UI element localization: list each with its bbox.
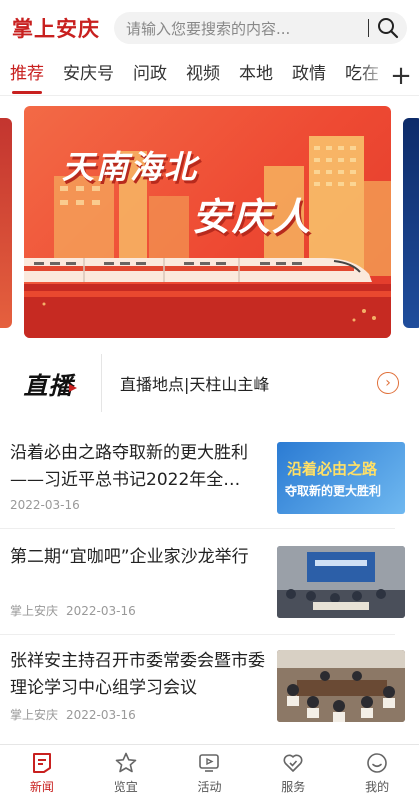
- news-meta: 2022-03-16: [10, 498, 80, 512]
- nav-browse[interactable]: 览宜: [84, 745, 168, 800]
- tab-anqinghao[interactable]: 安庆号: [63, 56, 114, 95]
- news-thumbnail[interactable]: 沿着必由之路 夺取新的更大胜利: [277, 442, 405, 514]
- nav-label: 览宜: [113, 780, 138, 794]
- news-thumbnail[interactable]: [277, 546, 405, 618]
- search-icon[interactable]: [377, 17, 399, 39]
- news-date: 2022-03-16: [10, 498, 80, 512]
- thumb-text-line1: 沿着必由之路: [287, 460, 378, 478]
- bottom-navigation: 新闻 览宜 活动 服务 我的: [0, 744, 419, 800]
- tab-recommend[interactable]: 推荐: [10, 56, 44, 95]
- list-item[interactable]: 沿着必由之路夺取新的更大胜利——习近平总书记2022年全… 2022-03-16…: [10, 440, 405, 520]
- carousel-next-card[interactable]: [403, 118, 419, 328]
- nav-service[interactable]: 服务: [251, 745, 335, 800]
- live-location: 直播地点|天柱山主峰: [120, 375, 270, 394]
- nav-label: 我的: [365, 780, 390, 794]
- tab-video[interactable]: 视频: [186, 56, 220, 95]
- news-meta: 掌上安庆 2022-03-16: [10, 706, 136, 723]
- nav-label: 活动: [197, 780, 222, 794]
- banner-title-line1: 天南海北: [62, 148, 199, 186]
- live-logo: 直播: [0, 354, 102, 412]
- search-input[interactable]: 请输入您要搜索的内容...: [126, 18, 360, 39]
- news-title[interactable]: 第二期“宜咖吧”企业家沙龙举行: [10, 544, 268, 571]
- star-icon: [113, 750, 139, 776]
- live-logo-text: 直播: [23, 371, 74, 400]
- news-separator: [0, 634, 395, 635]
- banner-slide[interactable]: 天南海北 安庆人: [24, 106, 391, 338]
- news-date: 2022-03-16: [66, 708, 136, 722]
- play-icon: [68, 384, 77, 392]
- banner-title-line2: 安庆人: [192, 195, 313, 239]
- live-entry[interactable]: 直播 直播地点|天柱山主峰 ›: [0, 354, 419, 412]
- search-separator: [368, 19, 369, 37]
- search-bar[interactable]: 请输入您要搜索的内容...: [114, 12, 407, 44]
- news-meta: 掌上安庆 2022-03-16: [10, 602, 136, 619]
- news-thumbnail[interactable]: [277, 650, 405, 722]
- smile-icon: [364, 750, 390, 776]
- header: 掌上安庆 请输入您要搜索的内容...: [0, 0, 419, 56]
- news-title[interactable]: 沿着必由之路夺取新的更大胜利——习近平总书记2022年全…: [10, 440, 268, 494]
- app-logo: 掌上安庆: [12, 16, 100, 41]
- chevron-right-icon[interactable]: ›: [377, 372, 399, 394]
- news-icon: [29, 750, 55, 776]
- banner-carousel[interactable]: 天南海北 安庆人: [0, 106, 419, 338]
- news-source: 掌上安庆: [10, 604, 59, 618]
- news-source: 掌上安庆: [10, 708, 59, 722]
- news-title[interactable]: 张祥安主持召开市委常委会暨市委理论学习中心组学习会议: [10, 648, 268, 702]
- nav-mine[interactable]: 我的: [335, 745, 419, 800]
- carousel-prev-card[interactable]: [0, 118, 12, 328]
- heart-check-icon: [280, 750, 306, 776]
- news-date: 2022-03-16: [66, 604, 136, 618]
- list-item[interactable]: 第二期“宜咖吧”企业家沙龙举行 掌上安庆 2022-03-16: [10, 544, 405, 624]
- channel-tabs: 推荐 安庆号 问政 视频 本地 政情 吃在 +: [0, 56, 419, 96]
- thumb-text-line2: 夺取新的更大胜利: [285, 484, 382, 498]
- nav-label: 服务: [281, 780, 306, 794]
- nav-activity[interactable]: 活动: [168, 745, 252, 800]
- list-item[interactable]: 张祥安主持召开市委常委会暨市委理论学习中心组学习会议 掌上安庆 2022-03-1…: [10, 648, 405, 728]
- news-separator: [0, 528, 395, 529]
- tab-local[interactable]: 本地: [239, 56, 273, 95]
- tab-politics[interactable]: 政情: [292, 56, 326, 95]
- nav-news[interactable]: 新闻: [0, 745, 84, 800]
- nav-label: 新闻: [29, 780, 54, 794]
- tv-icon: [196, 750, 222, 776]
- add-channel-icon[interactable]: +: [383, 56, 419, 95]
- tab-wenzheng[interactable]: 问政: [133, 56, 167, 95]
